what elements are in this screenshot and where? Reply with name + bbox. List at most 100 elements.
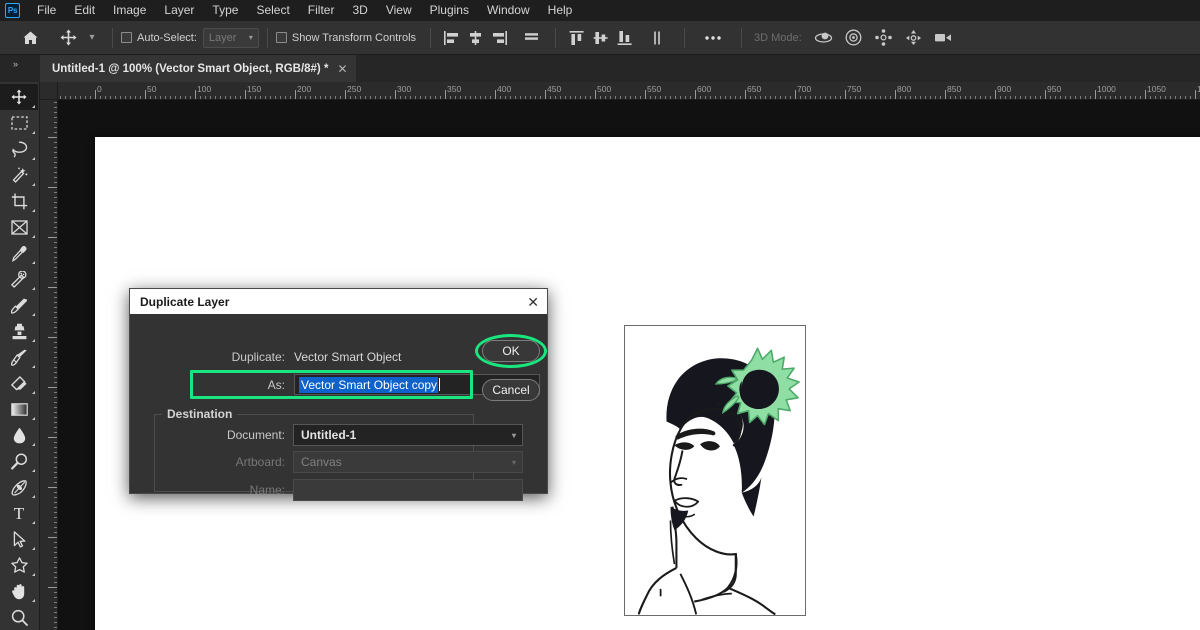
- menu-view[interactable]: View: [377, 0, 421, 21]
- menu-filter[interactable]: Filter: [299, 0, 344, 21]
- ruler-tick-minor: [54, 362, 57, 363]
- ruler-tick-minor: [970, 96, 971, 99]
- ruler-tick-minor: [54, 422, 57, 423]
- menu-edit[interactable]: Edit: [65, 0, 104, 21]
- ruler-tick-minor: [240, 96, 241, 99]
- menu-file[interactable]: File: [28, 0, 65, 21]
- ruler-tick-minor: [180, 96, 181, 99]
- ruler-tick-minor: [525, 96, 526, 99]
- close-icon[interactable]: ✕: [527, 295, 539, 309]
- document-dropdown[interactable]: Untitled-1 ▾: [293, 424, 523, 446]
- dodge-tool[interactable]: [0, 448, 38, 474]
- menu-select[interactable]: Select: [247, 0, 298, 21]
- tool-group-indicator: [32, 157, 35, 160]
- document-tab[interactable]: Untitled-1 @ 100% (Vector Smart Object, …: [40, 55, 356, 82]
- ok-button[interactable]: OK: [482, 340, 540, 362]
- ruler-tick-minor: [800, 96, 801, 99]
- menu-image[interactable]: Image: [104, 0, 155, 21]
- ruler-tick-minor: [220, 96, 221, 99]
- auto-select-checkbox[interactable]: [121, 32, 132, 43]
- ruler-tick-minor: [935, 96, 936, 99]
- camera-3d-icon[interactable]: [932, 26, 956, 50]
- menu-layer[interactable]: Layer: [155, 0, 203, 21]
- object-selection-tool[interactable]: [0, 162, 38, 188]
- orbit-3d-icon[interactable]: [812, 26, 836, 50]
- horizontal-ruler[interactable]: 0 50 100 150 200 250 300 350 400 450 500 550 600 650 7…: [58, 82, 1200, 100]
- roll-3d-icon[interactable]: [842, 26, 866, 50]
- ruler-tick-minor: [54, 547, 57, 548]
- dialog-title-bar[interactable]: Duplicate Layer ✕: [130, 289, 547, 314]
- align-right-edges-icon[interactable]: [487, 26, 511, 50]
- blur-tool[interactable]: [0, 422, 38, 448]
- show-transform-controls-checkbox[interactable]: [275, 32, 287, 43]
- move-tool[interactable]: [0, 84, 38, 110]
- ruler-tick-minor: [1020, 96, 1021, 99]
- custom-shape-tool[interactable]: [0, 552, 38, 578]
- ruler-tick-minor: [54, 232, 57, 233]
- pan-3d-icon[interactable]: [872, 26, 896, 50]
- align-bottom-edges-icon[interactable]: [612, 26, 636, 50]
- menu-help[interactable]: Help: [539, 0, 582, 21]
- woman-portrait-illustration[interactable]: [624, 325, 806, 616]
- eyedropper-tool[interactable]: [0, 240, 38, 266]
- history-brush-tool[interactable]: [0, 344, 38, 370]
- clone-stamp-tool[interactable]: [0, 318, 38, 344]
- spot-healing-brush-tool[interactable]: [0, 266, 38, 292]
- menu-window[interactable]: Window: [478, 0, 539, 21]
- distribute-horizontally-icon[interactable]: [519, 26, 543, 50]
- menu-3d[interactable]: 3D: [343, 0, 376, 21]
- ruler-tick-minor: [54, 342, 57, 343]
- align-vertical-centers-icon[interactable]: [588, 26, 612, 50]
- brush-tool[interactable]: [0, 292, 38, 318]
- pen-tool[interactable]: [0, 474, 38, 500]
- ruler-tick-minor: [185, 96, 186, 99]
- ruler-tick-minor: [54, 307, 57, 308]
- ruler-tick-minor: [54, 192, 57, 193]
- path-selection-tool[interactable]: [0, 526, 38, 552]
- vertical-ruler[interactable]: [40, 100, 58, 630]
- home-icon[interactable]: [18, 26, 42, 50]
- ruler-tick-minor: [365, 96, 366, 99]
- ruler-tick-minor: [955, 96, 956, 99]
- ruler-tick-minor: [54, 382, 57, 383]
- lasso-tool[interactable]: [0, 136, 38, 162]
- align-horizontal-centers-icon[interactable]: [463, 26, 487, 50]
- ruler-tick-label: 500: [597, 84, 612, 94]
- close-icon[interactable]: ✕: [337, 62, 347, 76]
- double-chevron-right-icon[interactable]: »: [4, 57, 26, 71]
- rectangular-marquee-tool[interactable]: [0, 110, 38, 136]
- ruler-tick-minor: [640, 96, 641, 99]
- ruler-tick-minor: [535, 96, 536, 99]
- frame-tool[interactable]: [0, 214, 38, 240]
- ruler-tick-minor: [140, 96, 141, 99]
- hand-tool[interactable]: [0, 578, 38, 604]
- eraser-tool[interactable]: [0, 370, 38, 396]
- ruler-tick-minor: [410, 96, 411, 99]
- move-tool-icon[interactable]: [56, 26, 80, 50]
- menu-type[interactable]: Type: [203, 0, 247, 21]
- ruler-tick-minor: [54, 427, 57, 428]
- ruler-tick-minor: [54, 517, 57, 518]
- align-left-edges-icon[interactable]: [439, 26, 463, 50]
- duplicate-layer-dialog[interactable]: Duplicate Layer ✕ Duplicate: Vector Smar…: [129, 288, 548, 501]
- ruler-tick-major: [795, 90, 796, 99]
- ruler-tick-minor: [190, 96, 191, 99]
- crop-tool[interactable]: [0, 188, 38, 214]
- auto-select-scope-dropdown[interactable]: Layer ▾: [202, 27, 259, 48]
- ruler-tick-major: [595, 90, 596, 99]
- align-top-edges-icon[interactable]: [564, 26, 588, 50]
- menu-plugins[interactable]: Plugins: [421, 0, 478, 21]
- ruler-tick-minor: [1015, 96, 1016, 99]
- ruler-tick-label: 850: [947, 84, 962, 94]
- auto-select-label: Auto-Select:: [137, 31, 197, 44]
- type-tool[interactable]: T: [0, 500, 38, 526]
- distribute-vertically-icon[interactable]: [646, 26, 670, 50]
- more-options-ellipsis-icon[interactable]: [701, 26, 725, 50]
- tool-preset-chevron-down-icon[interactable]: ▾: [80, 26, 104, 50]
- zoom-tool[interactable]: [0, 604, 38, 630]
- ruler-origin-corner[interactable]: [40, 82, 58, 100]
- gradient-tool[interactable]: [0, 396, 38, 422]
- slide-3d-icon[interactable]: [902, 26, 926, 50]
- cancel-button[interactable]: Cancel: [482, 379, 540, 401]
- tool-group-indicator: [32, 261, 35, 264]
